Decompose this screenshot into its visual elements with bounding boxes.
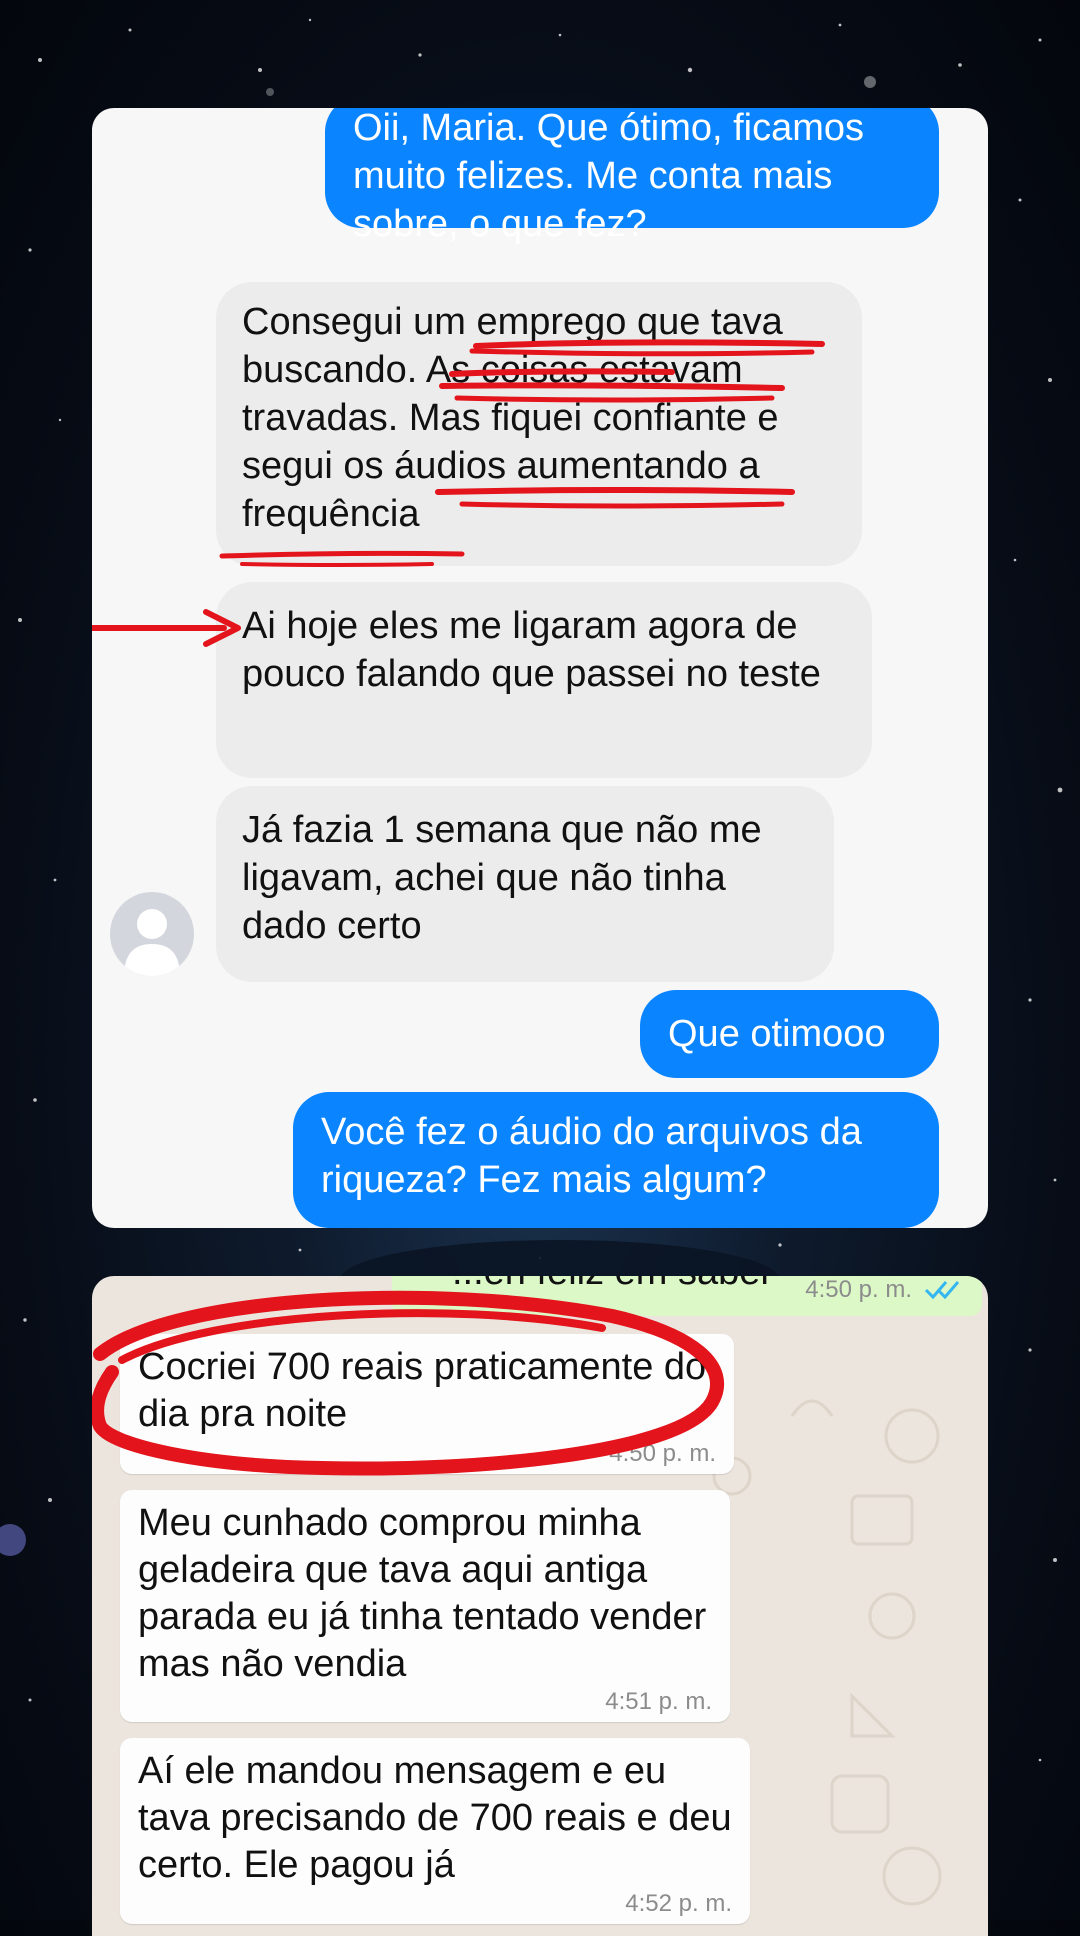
avatar-placeholder-icon[interactable] [110, 892, 194, 976]
message-sent-1[interactable]: Oii, Maria. Que ótimo, ficamos muito fel… [325, 108, 939, 245]
message-text: Ai hoje eles me ligaram agora de pouco f… [242, 605, 821, 695]
message-received-1[interactable]: Cocriei 700 reais praticamente do dia pr… [120, 1334, 734, 1474]
message-text: Que otimooo [668, 1013, 886, 1055]
message-received-3[interactable]: Aí ele mandou mensagem e eu tava precisa… [120, 1738, 750, 1924]
message-time: 4:50 p. m. [805, 1276, 912, 1303]
message-text: Já fazia 1 semana que não me ligavam, ac… [242, 809, 762, 947]
message-sent-2[interactable]: Que otimooo [640, 990, 939, 1078]
message-time: 4:52 p. m. [625, 1890, 732, 1917]
message-text: Cocriei 700 reais praticamente do dia pr… [138, 1346, 707, 1435]
message-received-1[interactable]: Consegui um emprego que tava buscando. A… [216, 282, 862, 566]
message-sent-partial[interactable]: ...en feliz em saber 4:50 p. m. [392, 1276, 982, 1316]
message-text: Consegui um emprego que tava buscando. A… [242, 301, 783, 535]
message-received-3[interactable]: Já fazia 1 semana que não me ligavam, ac… [216, 786, 834, 982]
message-received-2[interactable]: Ai hoje eles me ligaram agora de pouco f… [216, 582, 872, 778]
message-text: Aí ele mandou mensagem e eu tava precisa… [138, 1750, 732, 1886]
double-check-icon [924, 1281, 960, 1300]
message-time: 4:50 p. m. [609, 1440, 716, 1467]
chat-panel-whatsapp: ...en feliz em saber 4:50 p. m. Cocriei … [92, 1276, 988, 1936]
message-sent-3[interactable]: Você fez o áudio do arquivos da riqueza?… [293, 1092, 939, 1228]
message-text: Meu cunhado comprou minha geladeira que … [138, 1502, 707, 1685]
message-received-2[interactable]: Meu cunhado comprou minha geladeira que … [120, 1490, 730, 1722]
message-text: Você fez o áudio do arquivos da riqueza?… [321, 1111, 862, 1201]
message-text: Oii, Maria. Que ótimo, ficamos muito fel… [353, 108, 865, 245]
chat-panel-imessage: Oii, Maria. Que ótimo, ficamos muito fel… [92, 108, 988, 1228]
message-text: ...en feliz em saber [452, 1276, 773, 1292]
message-time: 4:51 p. m. [605, 1688, 712, 1715]
